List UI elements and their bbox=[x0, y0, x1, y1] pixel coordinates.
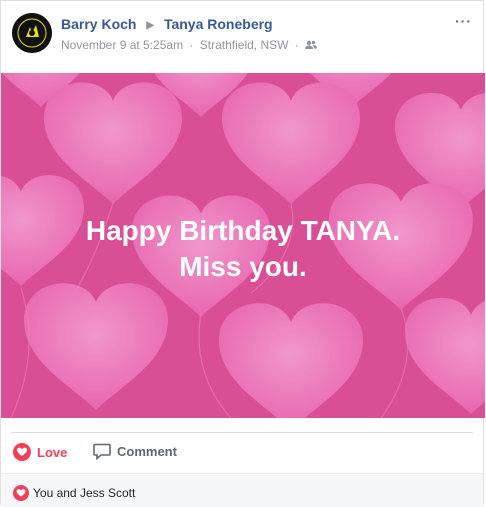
post-timestamp[interactable]: November 9 at 5:25am bbox=[61, 38, 183, 52]
heart-icon bbox=[13, 443, 31, 461]
love-label: Love bbox=[37, 444, 68, 460]
meta-separator: · bbox=[189, 38, 194, 52]
comment-icon bbox=[93, 443, 111, 460]
comment-label: Comment bbox=[117, 444, 177, 459]
action-bar: Love Comment bbox=[11, 432, 473, 473]
message-line-2: Miss you. bbox=[179, 251, 307, 282]
reactions-line[interactable]: You and Jess Scott bbox=[13, 485, 135, 501]
midnight-oil-logo bbox=[12, 13, 52, 53]
message-line-1: Happy Birthday TANYA. bbox=[85, 215, 401, 246]
reactions-text: You and Jess Scott bbox=[33, 486, 136, 500]
love-button[interactable]: Love bbox=[13, 443, 67, 461]
post-header: Barry Koch ▶ Tanya Roneberg November 9 a… bbox=[1, 1, 483, 73]
reactions-summary: You and Jess Scott bbox=[1, 473, 483, 507]
author-link[interactable]: Barry Koch bbox=[61, 16, 136, 32]
birthday-image: Happy Birthday TANYA. Miss you. bbox=[1, 73, 485, 418]
post-names: Barry Koch ▶ Tanya Roneberg bbox=[61, 16, 273, 32]
meta-separator-2: · bbox=[294, 38, 299, 52]
avatar[interactable] bbox=[12, 13, 52, 53]
post-location[interactable]: Strathfield, NSW bbox=[200, 38, 289, 52]
post-meta: November 9 at 5:25am · Strathfield, NSW … bbox=[61, 38, 318, 53]
post-card: Barry Koch ▶ Tanya Roneberg November 9 a… bbox=[0, 0, 485, 507]
more-options-icon[interactable]: ··· bbox=[455, 13, 472, 29]
target-link[interactable]: Tanya Roneberg bbox=[164, 16, 273, 32]
friends-icon[interactable] bbox=[305, 39, 318, 53]
birthday-message: Happy Birthday TANYA. Miss you. bbox=[1, 213, 485, 285]
comment-button[interactable]: Comment bbox=[93, 443, 177, 460]
triangle-right-icon: ▶ bbox=[146, 20, 155, 31]
love-reaction-icon bbox=[13, 485, 29, 501]
